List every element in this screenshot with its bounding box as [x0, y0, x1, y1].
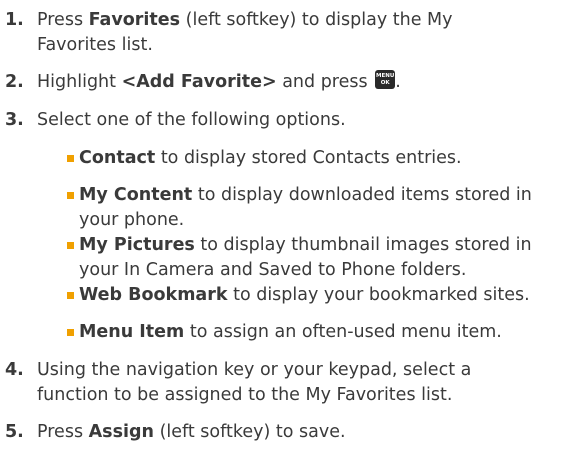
- step-number: 2.: [5, 72, 24, 92]
- step-text-post: (left softkey) to save.: [154, 422, 346, 442]
- step-text-post: and press: [276, 72, 374, 92]
- bullet-icon: [67, 329, 74, 336]
- option-description: to display your bookmarked sites.: [227, 285, 530, 305]
- step-keyword: <Add Favorite>: [121, 72, 277, 92]
- option-keyword: Menu Item: [79, 322, 185, 342]
- step-text-line1: Using the navigation key or your keypad,…: [37, 360, 472, 380]
- option-text: My Content to display downloaded items s…: [79, 183, 569, 233]
- bullet-icon: [67, 155, 74, 162]
- step-number: 5.: [5, 422, 24, 442]
- bullet-icon: [67, 292, 74, 299]
- option-text: My Pictures to display thumbnail images …: [79, 233, 569, 283]
- step-text-pre: Highlight: [37, 72, 122, 92]
- step-number: 1.: [5, 10, 24, 30]
- option-text: Contact to display stored Contacts entri…: [79, 146, 569, 171]
- option-description: to display stored Contacts entries.: [155, 148, 462, 168]
- step-number: 4.: [5, 360, 24, 380]
- step-text-post: (left softkey) to display the My: [180, 10, 453, 30]
- instruction-document: 1. Press Favorites (left softkey) to dis…: [0, 0, 573, 450]
- option-description: to assign an often-used menu item.: [184, 322, 502, 342]
- step-text-pre: Press: [37, 422, 89, 442]
- option-description: to display thumbnail images stored in: [194, 235, 532, 255]
- step-keyword: Favorites: [88, 10, 181, 30]
- menu-ok-key-icon: MENU OK: [375, 70, 396, 89]
- bullet-icon: [67, 242, 74, 249]
- option-keyword: Contact: [79, 148, 156, 168]
- option-text: Web Bookmark to display your bookmarked …: [79, 283, 569, 308]
- step-text: Highlight <Add Favorite> and press MENU O…: [37, 70, 567, 95]
- step-text: Select one of the following options.: [37, 110, 346, 130]
- option-keyword: Web Bookmark: [79, 285, 228, 305]
- option-keyword: My Pictures: [79, 235, 195, 255]
- step-text-end: .: [395, 72, 401, 92]
- option-description: to display downloaded items stored in: [192, 185, 532, 205]
- step-text-line2: Favorites list.: [37, 35, 153, 55]
- key-label-bottom: OK: [380, 80, 390, 86]
- option-description-line2: your phone.: [79, 210, 185, 230]
- step-text: Press Assign (left softkey) to save.: [37, 420, 567, 445]
- step-text: Press Favorites (left softkey) to displa…: [37, 8, 567, 58]
- step-keyword: Assign: [88, 422, 154, 442]
- option-text: Menu Item to assign an often-used menu i…: [79, 320, 569, 345]
- key-label-top: MENU: [376, 73, 395, 79]
- step-text: Using the navigation key or your keypad,…: [37, 358, 567, 408]
- option-keyword: My Content: [79, 185, 193, 205]
- option-description-line2: your In Camera and Saved to Phone folder…: [79, 260, 467, 280]
- step-text-line2: function to be assigned to the My Favori…: [37, 385, 453, 405]
- step-number: 3.: [5, 110, 24, 130]
- step-text-pre: Press: [37, 10, 89, 30]
- bullet-icon: [67, 192, 74, 199]
